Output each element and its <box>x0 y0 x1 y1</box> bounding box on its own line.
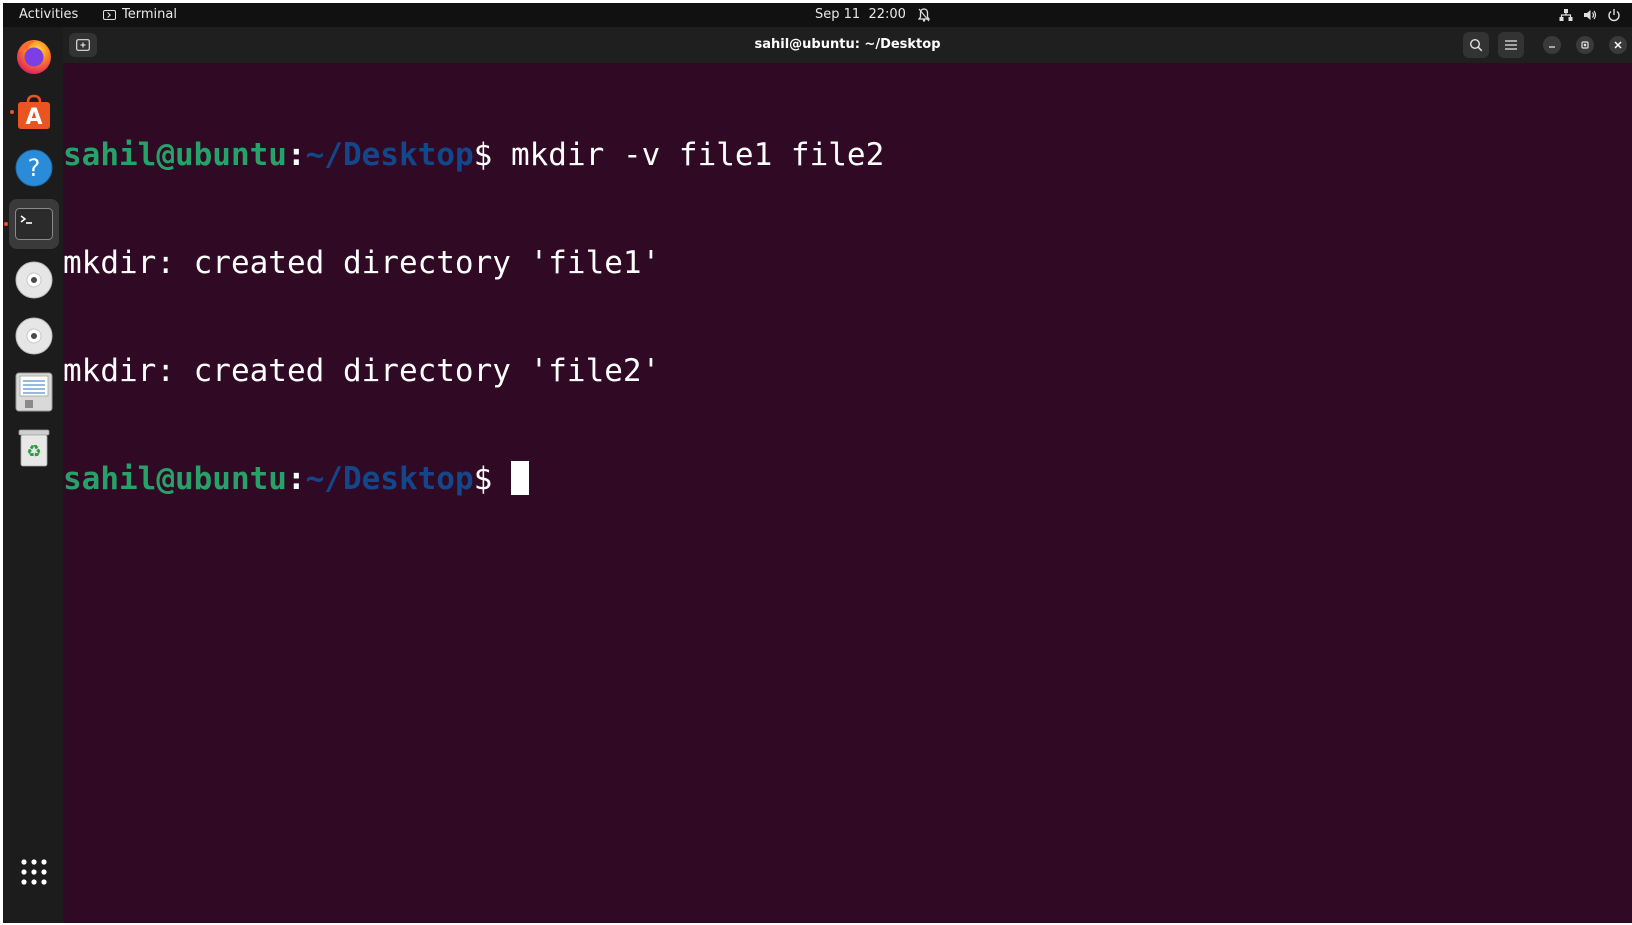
terminal-output-line: mkdir: created directory 'file2' <box>63 353 661 389</box>
desktop-screen: Activities Terminal Sep 11 22:00 A ? ♻ s… <box>0 0 1632 923</box>
window-headerbar: sahil@ubuntu: ~/Desktop <box>63 27 1632 63</box>
hamburger-menu-icon <box>1505 40 1517 50</box>
prompt-user: sahil@ubuntu <box>63 461 287 497</box>
dock: A ? ♻ <box>3 27 63 923</box>
power-icon <box>1608 9 1620 22</box>
dock-item-disc[interactable] <box>9 311 59 361</box>
terminal-mini-icon <box>103 10 116 20</box>
dock-item-software[interactable]: A <box>9 87 59 137</box>
firefox-icon <box>17 40 51 74</box>
notification-bell-icon <box>917 8 930 22</box>
terminal-window: sahil@ubuntu: ~/Desktop sahil@ubuntu:~/D… <box>63 27 1632 923</box>
text-cursor <box>510 461 529 495</box>
running-indicator <box>10 110 14 114</box>
dock-item-disc[interactable] <box>9 255 59 305</box>
prompt-separator: : <box>286 461 306 497</box>
window-title: sahil@ubuntu: ~/Desktop <box>754 37 941 52</box>
minimize-button[interactable] <box>1543 36 1561 54</box>
app-menu[interactable]: Terminal <box>103 3 177 27</box>
new-tab-button[interactable] <box>69 33 97 57</box>
clock[interactable]: Sep 11 22:00 <box>815 3 930 27</box>
app-grid-icon <box>21 859 47 885</box>
prompt-user: sahil@ubuntu <box>63 137 287 173</box>
prompt-dollar: $ <box>473 461 493 497</box>
cd-drive-icon <box>15 317 53 355</box>
running-indicator <box>4 222 8 226</box>
dock-item-terminal[interactable] <box>4 199 59 249</box>
show-apps-button[interactable] <box>9 847 59 897</box>
terminal-icon <box>15 208 53 240</box>
dock-item-disk[interactable] <box>9 367 59 417</box>
svg-text:♻: ♻ <box>26 442 41 462</box>
main-menu-button[interactable] <box>1498 32 1524 58</box>
software-store-icon: A <box>18 94 50 130</box>
terminal-line: sahil@ubuntu:~/Desktop$ <box>63 461 1632 497</box>
dock-item-trash[interactable]: ♻ <box>9 423 59 473</box>
command-text: mkdir -v file1 file2 <box>492 137 885 173</box>
new-tab-icon <box>76 39 90 51</box>
search-button[interactable] <box>1463 32 1489 58</box>
top-bar: Activities Terminal Sep 11 22:00 <box>3 3 1632 27</box>
terminal-output-line: mkdir: created directory 'file1' <box>63 245 661 281</box>
network-icon <box>1559 9 1573 21</box>
help-icon: ? <box>15 149 53 187</box>
prompt-separator: : <box>286 137 306 173</box>
terminal-line: sahil@ubuntu:~/Desktop$ mkdir -v file1 f… <box>63 137 1632 173</box>
volume-icon <box>1584 10 1597 20</box>
prompt-path: ~/Desktop <box>305 137 474 173</box>
search-icon <box>1469 38 1483 52</box>
dock-item-firefox[interactable] <box>9 31 59 81</box>
app-menu-label: Terminal <box>122 7 177 22</box>
svg-text:A: A <box>25 105 42 130</box>
terminal-output-area[interactable]: sahil@ubuntu:~/Desktop$ mkdir -v file1 f… <box>63 63 1632 925</box>
activities-button[interactable]: Activities <box>19 3 78 27</box>
floppy-disk-icon <box>15 372 53 412</box>
trash-icon: ♻ <box>18 429 50 467</box>
system-tray[interactable] <box>1559 3 1621 27</box>
clock-date: Sep 11 <box>815 7 861 22</box>
prompt-dollar: $ <box>473 137 493 173</box>
close-button[interactable] <box>1609 36 1627 54</box>
cd-drive-icon <box>15 261 53 299</box>
maximize-button[interactable] <box>1576 36 1594 54</box>
close-icon <box>1614 41 1622 49</box>
restore-icon <box>1581 41 1589 49</box>
clock-time: 22:00 <box>868 7 906 22</box>
minimize-icon <box>1549 46 1555 48</box>
prompt-path: ~/Desktop <box>305 461 474 497</box>
svg-text:?: ? <box>28 154 41 182</box>
dock-item-help[interactable]: ? <box>9 143 59 193</box>
